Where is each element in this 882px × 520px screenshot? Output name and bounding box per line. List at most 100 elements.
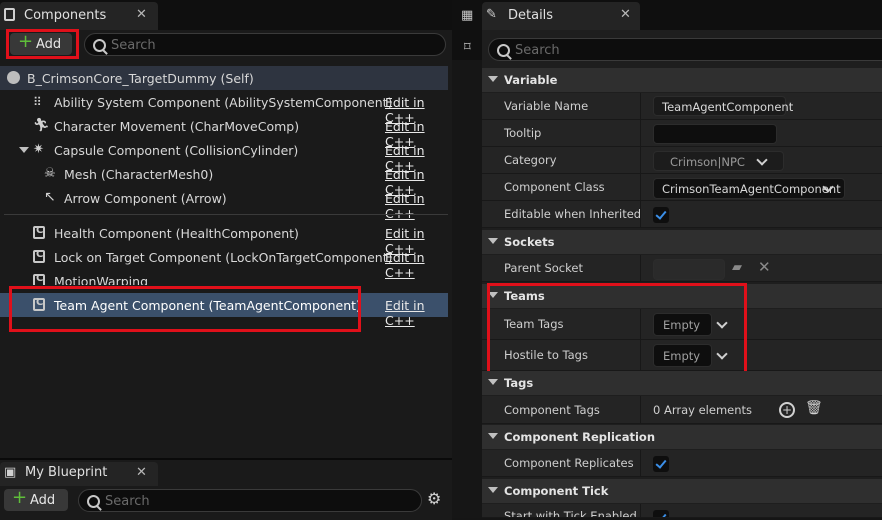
tree-item[interactable]: ⠿ Ability System Component (AbilitySyste…	[0, 90, 448, 125]
column-divider	[640, 396, 641, 423]
details-panel: ✎ Details ✕ Search Variable Variable Nam…	[482, 0, 882, 518]
column-divider	[640, 174, 641, 200]
editable-when-inherited-checkbox[interactable]	[653, 207, 669, 223]
property-editable-when-inherited: Editable when Inherited	[482, 201, 882, 228]
section-component-tick[interactable]: Component Tick	[482, 479, 882, 503]
self-item-label: B_CrimsonCore_TargetDummy (Self)	[27, 71, 254, 86]
search-placeholder: Search	[105, 494, 150, 509]
close-icon[interactable]: ✕	[620, 7, 631, 22]
components-search-input[interactable]: Search	[84, 33, 446, 56]
tree-item[interactable]: 🏃︎ Character Movement (CharMoveComp) Edi…	[0, 114, 448, 149]
details-icon: ✎	[486, 7, 497, 22]
tab-components[interactable]: Components ✕	[0, 2, 158, 30]
my-blueprint-search-input[interactable]: Search	[78, 489, 422, 512]
property-label: Variable Name	[504, 99, 589, 113]
tree-item[interactable]: ✷ Capsule Component (CollisionCylinder) …	[0, 138, 448, 173]
search-icon	[93, 39, 106, 52]
edit-in-cpp-link[interactable]: Edit in C++	[385, 191, 448, 221]
trash-icon[interactable]: 🗑︎	[805, 400, 823, 416]
property-variable-name: Variable Name TeamAgentComponent	[482, 93, 882, 120]
section-label: Component Tick	[504, 484, 609, 498]
column-divider	[640, 120, 641, 146]
property-label: Tooltip	[504, 126, 542, 140]
add-element-icon[interactable]: +	[779, 402, 795, 418]
property-start-with-tick-enabled: Start with Tick Enabled	[482, 504, 882, 518]
self-item[interactable]: B_CrimsonCore_TargetDummy (Self)	[0, 66, 448, 90]
tree-item-label: Character Movement (CharMoveComp)	[54, 119, 300, 134]
arrow-icon: ↖	[44, 189, 56, 205]
section-label: Sockets	[504, 235, 555, 249]
details-search-input[interactable]: Search	[488, 38, 882, 61]
search-icon	[87, 495, 100, 508]
character-movement-icon: 🏃︎	[33, 118, 50, 133]
highlight-box-team-agent	[9, 286, 361, 332]
search-placeholder: Search	[515, 43, 560, 58]
section-label: Tags	[504, 376, 534, 390]
browse-socket-icon[interactable]: ▰	[732, 260, 742, 275]
capsule-icon: ✷	[33, 142, 44, 157]
search-placeholder: Search	[111, 38, 156, 53]
tooltip-field[interactable]	[653, 124, 777, 144]
components-panel: Components ✕ + Add Search B_CrimsonCore_…	[0, 0, 452, 520]
property-parent-socket: Parent Socket ▰ ✕	[482, 255, 882, 282]
tree-item[interactable]: MotionWarping	[0, 269, 448, 285]
tree-item-label: Health Component (HealthComponent)	[54, 226, 299, 241]
bookmark-icon[interactable]: ⌑	[464, 40, 471, 55]
grid-icon[interactable]: ▦	[461, 8, 473, 23]
tab-my-blueprint[interactable]: ▣ My Blueprint ✕	[0, 462, 158, 486]
skeletal-mesh-icon: ☠	[44, 166, 56, 181]
tree-item[interactable]: Lock on Target Component (LockOnTargetCo…	[0, 245, 448, 280]
tab-details[interactable]: ✎ Details ✕	[482, 2, 640, 30]
clear-icon[interactable]: ✕	[758, 258, 771, 276]
edit-in-cpp-link[interactable]: Edit in C++	[385, 298, 448, 328]
property-label: Category	[504, 153, 557, 167]
collapse-arrow-icon	[488, 433, 498, 439]
component-tags-value: 0 Array elements	[653, 403, 753, 417]
property-label: Component Replicates	[504, 456, 634, 470]
components-tab-title: Components	[24, 8, 107, 23]
component-class-dropdown[interactable]: CrimsonTeamAgentComponent	[653, 178, 845, 199]
highlight-box-teams	[487, 283, 747, 380]
plus-icon: +	[12, 487, 28, 508]
column-divider	[640, 93, 641, 119]
expand-arrow-icon[interactable]	[19, 147, 29, 153]
section-label: Component Replication	[504, 430, 656, 444]
section-component-replication[interactable]: Component Replication	[482, 425, 882, 449]
close-icon[interactable]: ✕	[136, 465, 147, 480]
add-label: Add	[30, 493, 56, 508]
components-tabbar: Components ✕	[0, 0, 452, 30]
add-button[interactable]: + Add	[4, 487, 68, 511]
tree-item[interactable]: ☠ Mesh (CharacterMesh0) Edit in C++	[0, 162, 448, 197]
property-component-class: Component Class CrimsonTeamAgentComponen…	[482, 174, 882, 201]
column-divider	[640, 504, 641, 517]
details-tabbar: ✎ Details ✕	[482, 0, 882, 30]
section-variable[interactable]: Variable	[482, 68, 882, 92]
tree-item[interactable]: ↖ Arrow Component (Arrow) Edit in C++	[0, 186, 448, 221]
middle-strip: ▦ ⌑	[452, 0, 482, 518]
property-component-replicates: Component Replicates	[482, 450, 882, 477]
section-label: Variable	[504, 73, 558, 87]
property-label: Component Class	[504, 180, 605, 194]
details-tab-title: Details	[508, 8, 554, 23]
my-blueprint-tab-title: My Blueprint	[25, 465, 108, 480]
divider	[4, 214, 448, 215]
section-tags[interactable]: Tags	[482, 371, 882, 395]
canvas-edge	[452, 60, 482, 518]
component-replicates-checkbox[interactable]	[653, 456, 669, 472]
actor-icon	[7, 71, 20, 84]
section-sockets[interactable]: Sockets	[482, 230, 882, 254]
parent-socket-field[interactable]	[653, 259, 725, 280]
close-icon[interactable]: ✕	[136, 7, 147, 22]
start-with-tick-checkbox[interactable]	[653, 510, 669, 517]
tree-item-label: Mesh (CharacterMesh0)	[64, 167, 214, 182]
my-blueprint-panel: ▣ My Blueprint ✕ + Add Search ⚙	[0, 458, 452, 520]
column-divider	[640, 450, 641, 476]
tree-item-label: Capsule Component (CollisionCylinder)	[54, 143, 299, 158]
tree-item-label: Ability System Component (AbilitySystemC…	[54, 95, 393, 110]
book-icon: ▣	[4, 465, 17, 480]
gear-icon[interactable]: ⚙	[427, 489, 441, 508]
variable-name-field[interactable]: TeamAgentComponent	[653, 96, 793, 116]
property-label: Parent Socket	[504, 261, 583, 275]
tree-item-label: MotionWarping	[54, 274, 149, 285]
tree-item[interactable]: Health Component (HealthComponent) Edit …	[0, 221, 448, 256]
